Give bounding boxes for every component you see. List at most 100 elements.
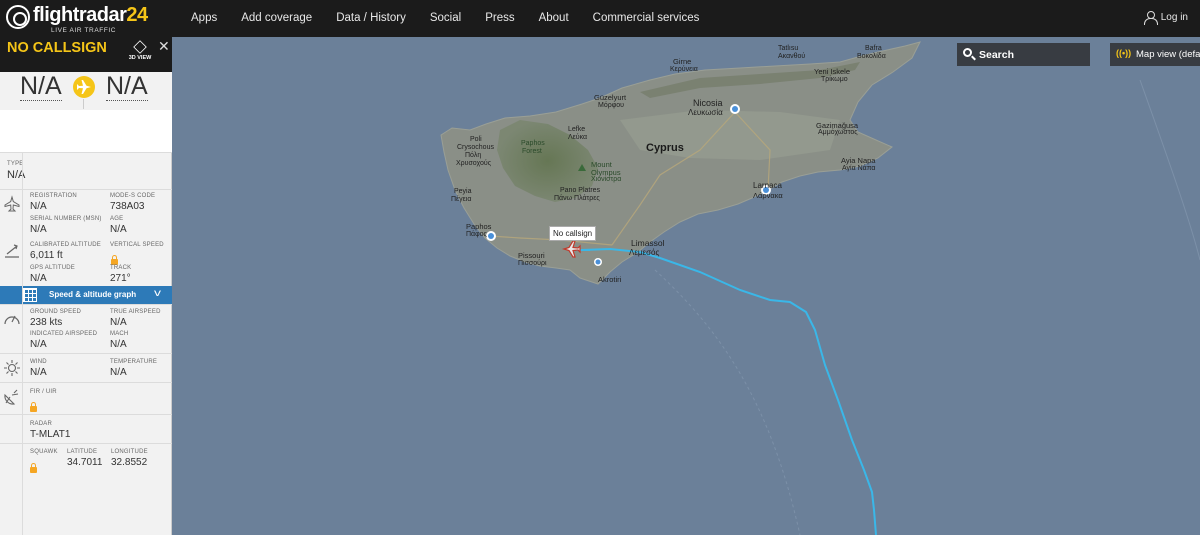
nav-about[interactable]: About [539, 0, 569, 37]
map-canvas[interactable] [173, 37, 1200, 535]
graph-label: Speed & altitude graph [49, 290, 137, 299]
place-label-kyrenia: Girne [673, 57, 692, 66]
login-label: Log in [1160, 12, 1188, 23]
place-label-larnaca-gr: Λάρνακα [753, 191, 783, 200]
nicosia-pin-icon [730, 104, 740, 114]
place-label-lefka: Lefke [568, 126, 586, 133]
map-view-label: Map view (default) [1136, 49, 1200, 60]
place-label-yeni-iskele-gr: Τρίκωμο [821, 76, 848, 83]
place-label-bafra: Bafra [865, 45, 882, 52]
flightradar24-logo[interactable]: flightradar24 LIVE AIR TRAFFIC [6, 4, 148, 35]
mach-value: N/A [110, 339, 127, 350]
vertical-speed-label: VERTICAL SPEED [110, 242, 164, 248]
route-divider [83, 99, 84, 109]
search-label: Search [979, 49, 1015, 61]
place-label-peyia-gr: Πέγεια [451, 196, 472, 203]
place-label-yeni-iskele: Yeni Iskele [814, 67, 850, 76]
nav-commercial-services[interactable]: Commercial services [593, 0, 700, 37]
wind-label: WIND [30, 359, 47, 365]
altitude-icon [5, 244, 19, 258]
fir-lock-icon[interactable] [30, 397, 37, 415]
place-label-gazimagusa-gr: Αμμόχωστος [818, 129, 858, 136]
calibrated-altitude-label: CALIBRATED ALTITUDE [30, 242, 101, 248]
search-icon [963, 48, 972, 57]
registration-label: REGISTRATION [30, 193, 77, 199]
place-label-polis-2: Crysochous [457, 144, 494, 151]
panel-header: NO CALLSIGN 3D VIEW ✕ [0, 37, 172, 72]
destination-airport[interactable]: N/A [106, 73, 148, 101]
search-box[interactable]: Search [957, 43, 1090, 66]
login-button[interactable]: Log in [1143, 11, 1188, 25]
nav-add-coverage[interactable]: Add coverage [241, 0, 312, 37]
place-label-lefka-gr: Λεύκα [568, 134, 588, 141]
place-label-nicosia-gr: Λευκωσία [688, 108, 723, 117]
true-airspeed-label: TRUE AIRSPEED [110, 309, 161, 315]
radar-value: T-MLAT1 [30, 429, 71, 440]
temperature-label: TEMPERATURE [110, 359, 158, 365]
nav-press[interactable]: Press [485, 0, 514, 37]
type-value: N/A [7, 169, 26, 181]
speed-block: GROUND SPEED 238 kts TRUE AIRSPEED N/A I… [0, 304, 172, 353]
fir-label: FIR / UIR [30, 389, 57, 395]
nav-social[interactable]: Social [430, 0, 461, 37]
callsign-title: NO CALLSIGN [7, 40, 107, 56]
modes-value: 738A03 [110, 201, 145, 212]
aircraft-callsign-tag[interactable]: No callsign [549, 226, 597, 241]
wind-value: N/A [30, 367, 47, 378]
nav-apps[interactable]: Apps [191, 0, 217, 37]
place-label-kyrenia-gr: Κερύνεια [670, 66, 698, 73]
true-airspeed-value: N/A [110, 317, 127, 328]
squawk-label: SQUAWK [30, 449, 58, 455]
cube-icon [133, 40, 147, 54]
place-label-akrotiri: Akrotiri [598, 275, 622, 284]
longitude-value: 32.8552 [111, 457, 148, 468]
age-label: AGE [110, 216, 124, 222]
3d-view-label: 3D VIEW [128, 55, 152, 61]
place-label-larnaca: Larnaca [753, 181, 782, 190]
type-label: TYPE [7, 161, 24, 167]
map-area[interactable]: Cyprus Nicosia Λευκωσία Limassol Λεμεσός… [173, 37, 1200, 535]
logo-tagline: LIVE AIR TRAFFIC [51, 27, 117, 34]
nav-data-history[interactable]: Data / History [336, 0, 406, 37]
user-icon [1143, 11, 1158, 25]
place-label-pissouri: Pissouri [518, 251, 545, 260]
place-label-paphos: Paphos [466, 222, 492, 231]
place-label-cyprus: Cyprus [646, 142, 684, 154]
main-nav: Apps Add coverage Data / History Social … [191, 0, 723, 37]
mach-label: MACH [110, 331, 129, 337]
route-display: N/A N/A [0, 72, 172, 110]
akrotiri-pin-icon [594, 258, 602, 266]
aircraft-photo-area[interactable] [0, 110, 172, 152]
modes-label: MODE-S CODE [110, 193, 156, 199]
place-label-ayia-napa: Ayia Napa [841, 156, 876, 165]
ground-speed-label: GROUND SPEED [30, 309, 82, 315]
top-nav-bar: flightradar24 LIVE AIR TRAFFIC Apps Add … [0, 0, 1200, 37]
registration-value: N/A [30, 201, 47, 212]
map-view-button[interactable]: ((•)) Map view (default) [1110, 43, 1200, 66]
plane-side-icon [4, 195, 20, 212]
squawk-lock-icon[interactable] [30, 458, 37, 476]
aircraft-details-block: REGISTRATION N/A MODE-S CODE 738A03 SERI… [0, 189, 172, 286]
origin-airport[interactable]: N/A [20, 73, 62, 101]
age-value: N/A [110, 224, 127, 235]
close-icon[interactable]: ✕ [158, 38, 170, 55]
place-label-nicosia: Nicosia [693, 98, 723, 108]
latitude-value: 34.7011 [67, 457, 103, 468]
radar-block: RADAR T-MLAT1 [0, 414, 172, 443]
place-label-pano-platres-gr: Πάνω Πλάτρες [554, 195, 600, 202]
place-label-pano-platres: Pano Platres [560, 187, 601, 194]
graph-grid-icon [23, 288, 37, 302]
radar-dish-icon [4, 389, 19, 405]
aircraft-info-panel: NO CALLSIGN 3D VIEW ✕ N/A N/A TYPE N/A R… [0, 37, 172, 535]
3d-view-button[interactable]: 3D VIEW [126, 40, 154, 61]
weather-block: WIND N/A TEMPERATURE N/A [0, 353, 172, 382]
calibrated-altitude-value: 6,011 ft [30, 250, 63, 261]
broadcast-icon: ((•)) [1116, 48, 1132, 58]
gps-altitude-label: GPS ALTITUDE [30, 265, 75, 271]
ground-speed-value: 238 kts [30, 317, 63, 328]
gps-altitude-value: N/A [30, 273, 47, 284]
speed-altitude-graph-toggle[interactable]: Speed & altitude graph v [0, 286, 172, 304]
track-value: 271° [110, 273, 131, 284]
maritime-boundary-line [1139, 79, 1200, 261]
route-plane-icon [73, 76, 95, 98]
